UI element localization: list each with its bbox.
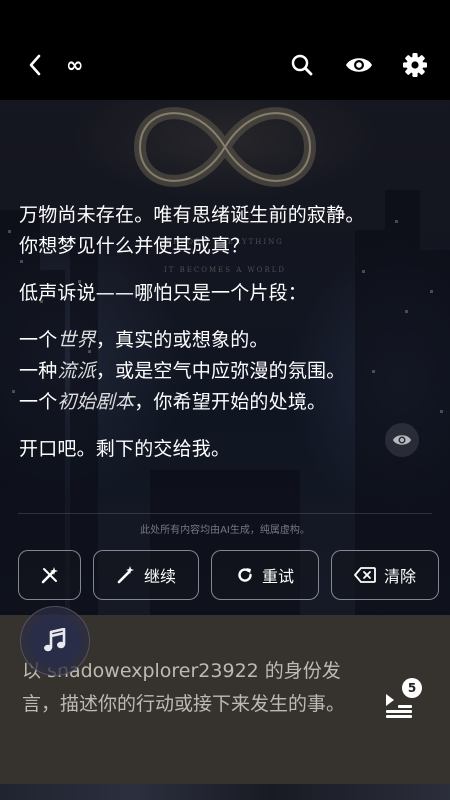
top-bar: ∞ (0, 0, 450, 100)
queue-count-badge: 5 (402, 678, 422, 698)
eye-icon (346, 58, 372, 72)
clear-button[interactable]: 清除 (331, 550, 439, 600)
story-line-2: 你想梦见什么并使其成真？ (19, 235, 250, 257)
eye-icon (392, 435, 412, 445)
back-button[interactable] (20, 50, 50, 80)
retry-button[interactable]: 重试 (211, 550, 319, 600)
bottom-artwork-strip (0, 784, 450, 800)
story-line-4: 开口吧。剩下的交给我。 (19, 438, 231, 460)
search-button[interactable] (287, 50, 317, 80)
app-title: ∞ (66, 53, 84, 77)
clear-label: 清除 (383, 567, 416, 586)
retry-label: 重试 (261, 567, 294, 586)
back-arrow-icon (29, 54, 41, 76)
magic-wand-button[interactable] (18, 550, 81, 600)
visibility-button[interactable] (344, 50, 374, 80)
divider (18, 513, 432, 514)
settings-button[interactable] (400, 50, 430, 80)
story-line-1: 万物尚未存在。唯有思绪诞生前的寂静。 (19, 204, 365, 226)
search-icon (291, 54, 313, 76)
story-item-2: 一种流派，或是空气中应弥漫的氛围。 (19, 360, 346, 382)
toggle-view-button[interactable] (385, 423, 419, 457)
magic-wand-icon (117, 566, 134, 584)
story-text: 万物尚未存在。唯有思绪诞生前的寂静。 你想梦见什么并使其成真？ 低声诉说——哪怕… (19, 200, 439, 481)
music-button[interactable] (20, 606, 90, 676)
story-item-1: 一个世界，真实的或想象的。 (19, 329, 269, 351)
backspace-icon (354, 567, 376, 583)
refresh-icon (238, 568, 252, 582)
gear-icon (403, 53, 427, 77)
ai-disclaimer: 此处所有内容均由AI生成，纯属虚构。 (140, 525, 310, 536)
music-note-icon (44, 628, 66, 652)
music-button-inner (28, 614, 82, 668)
infinity-symbol-art (133, 107, 317, 187)
continue-label: 继续 (143, 567, 176, 586)
story-line-3: 低声诉说——哪怕只是一个片段： (19, 282, 308, 304)
story-item-3: 一个初始剧本，你希望开始的处境。 (19, 391, 327, 413)
continue-button[interactable]: 继续 (93, 550, 199, 600)
magic-wand-cross-icon (41, 567, 58, 584)
